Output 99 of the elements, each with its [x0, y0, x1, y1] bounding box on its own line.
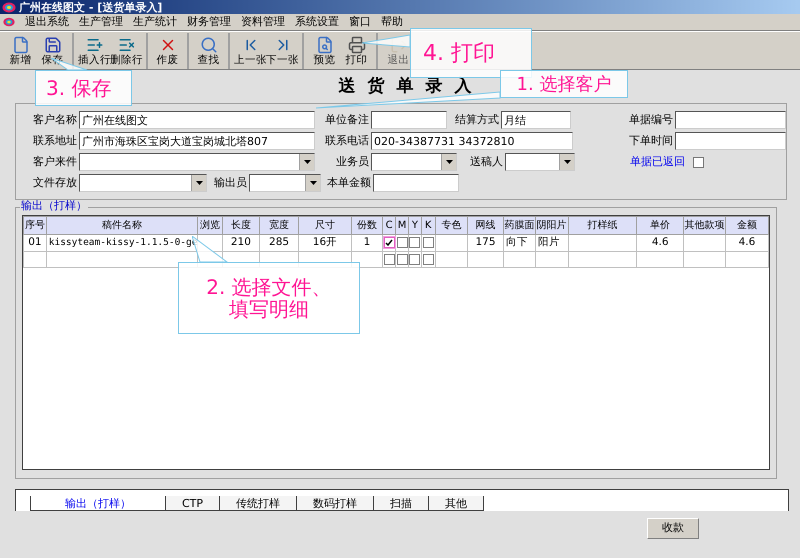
toolbar-button[interactable]: 插入行 — [78, 32, 111, 68]
field-label: 输出员 — [213, 174, 248, 191]
checkbox[interactable] — [384, 237, 395, 248]
column-header[interactable]: 药膜面 — [503, 216, 536, 234]
checkbox[interactable] — [693, 156, 704, 168]
field-label: 联系地址 — [33, 132, 78, 149]
table-cell: 1 — [364, 236, 370, 248]
checkbox[interactable] — [422, 254, 434, 265]
column-header[interactable]: 宽度 — [259, 216, 299, 234]
table-cell: 16开 — [312, 236, 338, 248]
menu-item[interactable]: 生产管理 — [79, 16, 123, 27]
window-title: 广州在线图文 - [送货单录入] — [19, 2, 162, 12]
tab[interactable]: 输出（打样） — [30, 496, 166, 511]
column-header[interactable]: 尺寸 — [298, 216, 352, 234]
field-label: 结算方式 — [455, 112, 500, 128]
field-label: 业务员 — [335, 154, 370, 170]
table-cell: 4.6 — [652, 236, 669, 248]
tab[interactable]: 其他 — [429, 496, 484, 511]
tab[interactable]: CTP — [166, 496, 220, 511]
field-label: 下单时间 — [629, 132, 674, 149]
table-cell: 175 — [475, 236, 496, 248]
column-header[interactable]: Y — [408, 216, 422, 234]
dropdown-field[interactable] — [79, 174, 207, 192]
checkbox[interactable] — [396, 237, 408, 248]
column-header[interactable]: 浏览 — [198, 216, 222, 234]
save-icon — [44, 36, 62, 54]
toolbar-button[interactable]: 上一张 — [234, 32, 267, 68]
field-label: 联系电话 — [325, 132, 370, 149]
table-cell: 210 — [230, 236, 251, 248]
column-header[interactable]: 其他款项 — [683, 216, 726, 234]
form-title: 送货单录入 — [338, 74, 484, 98]
collect-payment-button[interactable]: 收款 — [647, 518, 699, 539]
field-label: 单位备注 — [325, 112, 370, 128]
checkbox[interactable] — [384, 254, 395, 265]
table-cell: 4.6 — [738, 236, 756, 248]
field-label: 客户来件 — [33, 154, 78, 170]
field-label: 单据已返回 — [629, 154, 686, 170]
column-header[interactable]: 网线 — [468, 216, 504, 234]
field-label: 客户名称 — [33, 112, 78, 128]
menu-item[interactable]: 窗口 — [349, 16, 371, 27]
toolbar-button[interactable]: 预览 — [308, 32, 341, 68]
app-logo-icon — [3, 16, 15, 26]
callout-text: 1. 选择客户 — [516, 72, 612, 96]
dropdown-field[interactable] — [505, 153, 575, 171]
tab[interactable]: 扫描 — [374, 496, 430, 511]
text-field[interactable] — [675, 111, 786, 129]
text-field[interactable] — [371, 111, 447, 129]
text-field[interactable]: 月结 — [501, 111, 571, 129]
dropdown-field[interactable] — [249, 174, 321, 192]
column-header[interactable]: 稿件名称 — [46, 216, 198, 234]
field-label: 本单金额 — [327, 174, 372, 191]
callout-text: 4. 打印 — [423, 40, 495, 68]
column-header[interactable]: 打样纸 — [568, 216, 637, 234]
tab[interactable]: 数码打样 — [297, 496, 374, 511]
field-label: 单据编号 — [629, 112, 674, 128]
menu-item[interactable]: 财务管理 — [187, 16, 231, 27]
column-header[interactable]: M — [396, 216, 408, 234]
column-header[interactable]: 专色 — [435, 216, 468, 234]
table-cell: 285 — [269, 236, 290, 248]
tab[interactable]: 传统打样 — [220, 496, 298, 511]
printer-icon — [348, 36, 366, 54]
menu-item[interactable]: 系统设置 — [295, 16, 339, 27]
column-header[interactable]: 单价 — [636, 216, 684, 234]
text-field[interactable] — [675, 132, 786, 150]
menu-item[interactable]: 生产统计 — [133, 16, 177, 27]
column-header[interactable]: C — [382, 216, 396, 234]
table-cell: 01 — [28, 236, 42, 248]
text-field[interactable] — [373, 174, 459, 192]
callout-text: 3. 保存 — [46, 75, 112, 102]
menu-item[interactable]: 退出系统 — [25, 16, 69, 27]
search-icon — [200, 36, 218, 54]
dropdown-field[interactable] — [79, 153, 315, 171]
column-header[interactable]: K — [421, 216, 436, 234]
column-header[interactable]: 金额 — [725, 216, 768, 234]
field-label: 文件存放 — [33, 174, 78, 191]
column-header[interactable]: 序号 — [24, 216, 46, 234]
checkbox[interactable] — [422, 237, 434, 248]
document-icon — [12, 36, 30, 54]
text-field[interactable]: 广州市海珠区宝岗大道宝岗城北塔807 — [79, 132, 315, 150]
text-field[interactable]: 020-34387731 34372810 — [371, 132, 573, 150]
menu-item[interactable]: 帮助 — [381, 16, 403, 27]
toolbar-button[interactable]: 新增 — [4, 32, 37, 68]
dropdown-field[interactable] — [371, 153, 457, 171]
table-cell: kissyteam-kissy-1.1.5-0-ge — [48, 237, 197, 248]
menu-item[interactable]: 资料管理 — [241, 16, 285, 27]
column-header[interactable]: 阴阳片 — [535, 216, 568, 234]
callout-text: 2. 选择文件、填写明细 — [205, 276, 333, 320]
checkbox[interactable] — [409, 254, 420, 265]
checkbox[interactable] — [409, 237, 420, 248]
table-cell: 阳片 — [538, 236, 560, 248]
app-logo-icon — [2, 2, 16, 12]
text-field[interactable]: 广州在线图文 — [79, 111, 315, 129]
column-header[interactable]: 长度 — [222, 216, 260, 234]
field-label: 送稿人 — [469, 154, 504, 170]
preview-icon — [316, 36, 334, 54]
column-header[interactable]: 份数 — [351, 216, 383, 234]
table-cell: 向下 — [506, 236, 528, 248]
group-legend: 输出（打样） — [20, 200, 88, 211]
checkbox[interactable] — [396, 254, 408, 265]
